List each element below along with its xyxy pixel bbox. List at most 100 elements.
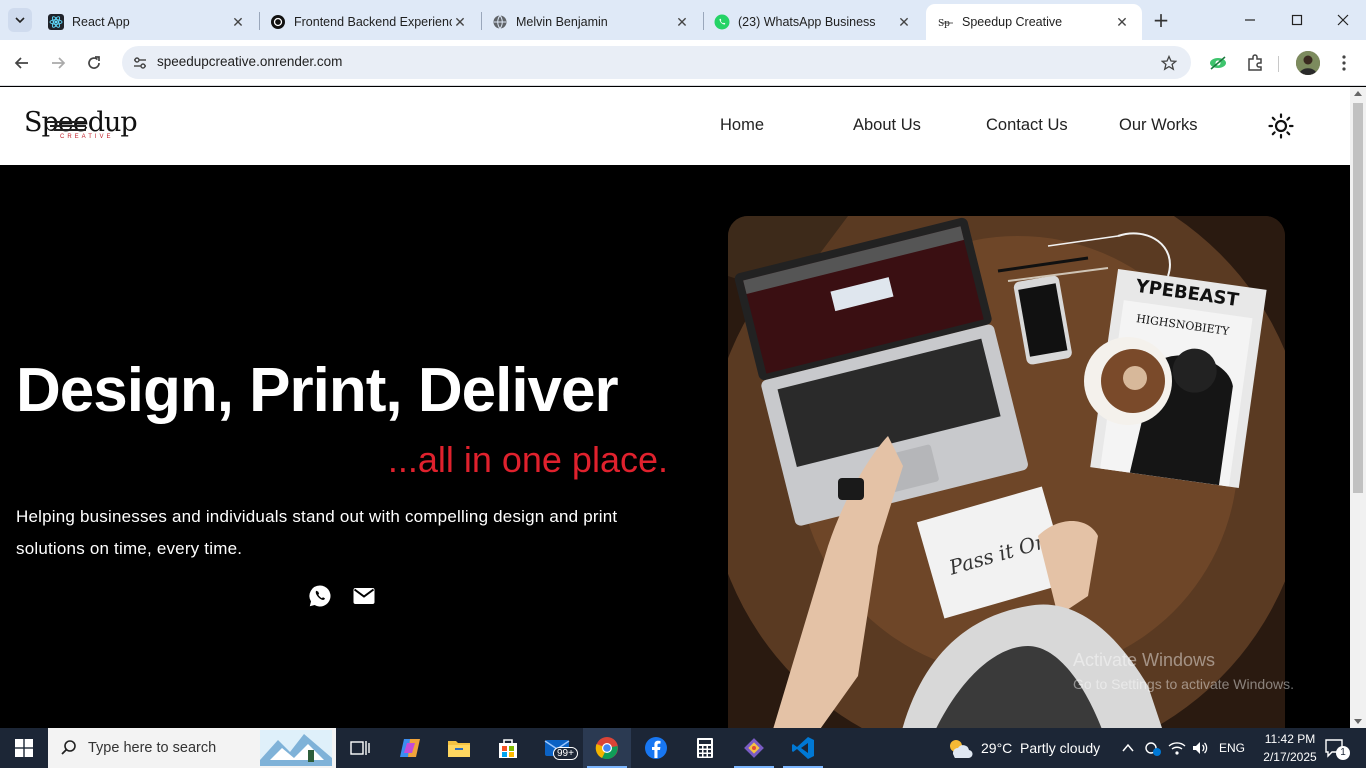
web-page: Speedup CREATIVE Home About Us Contact U… xyxy=(0,87,1350,728)
globe-icon xyxy=(492,14,508,30)
file-explorer-app[interactable] xyxy=(435,728,483,768)
scroll-down-arrow-icon[interactable] xyxy=(1354,719,1362,724)
site-header: Speedup CREATIVE Home About Us Contact U… xyxy=(0,87,1350,165)
hero-description: Helping businesses and individuals stand… xyxy=(16,507,618,558)
tab-search-button[interactable] xyxy=(8,8,32,32)
nav-about-us[interactable]: About Us xyxy=(853,116,921,135)
start-button[interactable] xyxy=(0,728,48,768)
calculator-app[interactable] xyxy=(681,728,729,768)
wifi-icon[interactable] xyxy=(1168,739,1186,761)
store-icon xyxy=(499,739,517,758)
close-icon[interactable]: ✕ xyxy=(1114,14,1130,30)
maximize-icon xyxy=(1291,14,1303,26)
nav-our-works[interactable]: Our Works xyxy=(1119,116,1198,135)
whatsapp-icon xyxy=(309,585,331,607)
taskbar-search-box[interactable]: Type here to search xyxy=(48,728,336,768)
language-indicator[interactable]: ENG xyxy=(1219,741,1245,755)
openai-icon xyxy=(270,14,286,30)
copilot-icon xyxy=(400,739,420,757)
url-text: speedupcreative.onrender.com xyxy=(157,54,343,69)
close-icon[interactable]: ✕ xyxy=(230,14,246,30)
calculator-icon xyxy=(697,738,713,758)
minimize-button[interactable] xyxy=(1236,8,1264,32)
tab-title: Melvin Benjamin xyxy=(516,15,608,29)
facebook-icon xyxy=(645,737,667,759)
tab-title: (23) WhatsApp Business xyxy=(738,15,876,29)
git-app[interactable] xyxy=(730,728,778,768)
scroll-thumb[interactable] xyxy=(1353,103,1363,493)
tab-strip: React App ✕ Frontend Backend Experienc ✕… xyxy=(0,0,1366,40)
arrow-left-icon xyxy=(14,57,28,69)
close-icon[interactable]: ✕ xyxy=(896,14,912,30)
volume-icon[interactable] xyxy=(1191,739,1209,761)
chrome-icon xyxy=(595,737,618,760)
activate-windows-title: Activate Windows xyxy=(1073,650,1216,670)
browser-toolbar: speedupcreative.onrender.com xyxy=(0,40,1366,86)
nav-contact-us[interactable]: Contact Us xyxy=(986,116,1068,135)
tab-whatsapp[interactable]: (23) WhatsApp Business ✕ xyxy=(702,4,924,40)
logo-streak xyxy=(50,125,86,127)
email-link[interactable] xyxy=(352,584,376,608)
scroll-up-arrow-icon[interactable] xyxy=(1354,91,1362,96)
vscode-app[interactable] xyxy=(779,728,827,768)
weather-icon[interactable] xyxy=(946,736,974,760)
chevron-up-icon[interactable] xyxy=(1121,740,1135,759)
chevron-down-icon xyxy=(15,17,25,24)
back-button[interactable] xyxy=(8,49,36,77)
theme-toggle-button[interactable] xyxy=(1268,113,1294,139)
extension-eye-icon[interactable] xyxy=(1207,52,1229,74)
windows-taskbar: Type here to search 99+ 29°C Partly clou… xyxy=(0,728,1366,768)
speedup-icon: Sp xyxy=(938,14,954,30)
extensions-puzzle-icon[interactable] xyxy=(1244,52,1266,74)
sun-icon xyxy=(1268,113,1294,139)
close-icon[interactable]: ✕ xyxy=(452,14,468,30)
tab-react-app[interactable]: React App ✕ xyxy=(36,4,258,40)
maximize-button[interactable] xyxy=(1283,8,1311,32)
search-icon xyxy=(61,740,76,755)
nav-home[interactable]: Home xyxy=(720,116,764,135)
whatsapp-link[interactable] xyxy=(308,584,332,608)
tab-title: React App xyxy=(72,15,130,29)
toolbar-divider xyxy=(1278,56,1279,72)
task-view-button[interactable] xyxy=(336,728,384,768)
mail-unread-badge: 99+ xyxy=(553,747,578,760)
microsoft-store-app[interactable] xyxy=(484,728,532,768)
notification-count-badge: 1 xyxy=(1336,746,1350,760)
new-tab-button[interactable]: + xyxy=(1150,8,1172,32)
search-highlight-image xyxy=(260,730,332,766)
chrome-app[interactable] xyxy=(583,728,631,768)
mail-icon xyxy=(353,588,375,604)
tab-speedup-creative[interactable]: Sp Speedup Creative ✕ xyxy=(926,4,1142,40)
tab-title: Speedup Creative xyxy=(962,15,1063,29)
whatsapp-icon xyxy=(714,14,730,30)
mail-app[interactable]: 99+ xyxy=(533,728,581,768)
windows-logo-icon xyxy=(15,739,33,757)
site-logo[interactable]: Speedup CREATIVE xyxy=(24,107,138,147)
vscode-icon xyxy=(792,737,814,759)
tab-frontend-backend[interactable]: Frontend Backend Experienc ✕ xyxy=(258,4,480,40)
site-info-icon[interactable] xyxy=(130,53,150,73)
clock-time[interactable]: 11:42 PM xyxy=(1257,732,1323,746)
copilot-app[interactable] xyxy=(386,728,434,768)
activate-windows-subtitle: Go to Settings to activate Windows. xyxy=(1073,676,1294,692)
reload-button[interactable] xyxy=(80,49,108,77)
onedrive-status-icon[interactable] xyxy=(1144,739,1162,761)
git-gui-icon xyxy=(744,738,764,758)
hero-title: Design, Print, Deliver xyxy=(16,356,619,425)
menu-kebab-icon[interactable] xyxy=(1333,52,1355,74)
close-icon[interactable]: ✕ xyxy=(674,14,690,30)
bookmark-star-icon[interactable] xyxy=(1159,53,1179,73)
page-scrollbar[interactable] xyxy=(1350,87,1366,728)
forward-button[interactable] xyxy=(44,49,72,77)
minimize-icon xyxy=(1245,19,1255,21)
logo-streak xyxy=(46,121,86,123)
facebook-app[interactable] xyxy=(632,728,680,768)
address-bar[interactable]: speedupcreative.onrender.com xyxy=(122,46,1191,79)
reload-icon xyxy=(88,56,100,69)
tab-melvin-benjamin[interactable]: Melvin Benjamin ✕ xyxy=(480,4,702,40)
avatar-icon xyxy=(1296,51,1320,75)
clock-date[interactable]: 2/17/2025 xyxy=(1257,750,1323,764)
arrow-right-icon xyxy=(52,57,66,69)
profile-avatar[interactable] xyxy=(1296,51,1320,75)
close-window-button[interactable] xyxy=(1329,8,1357,32)
